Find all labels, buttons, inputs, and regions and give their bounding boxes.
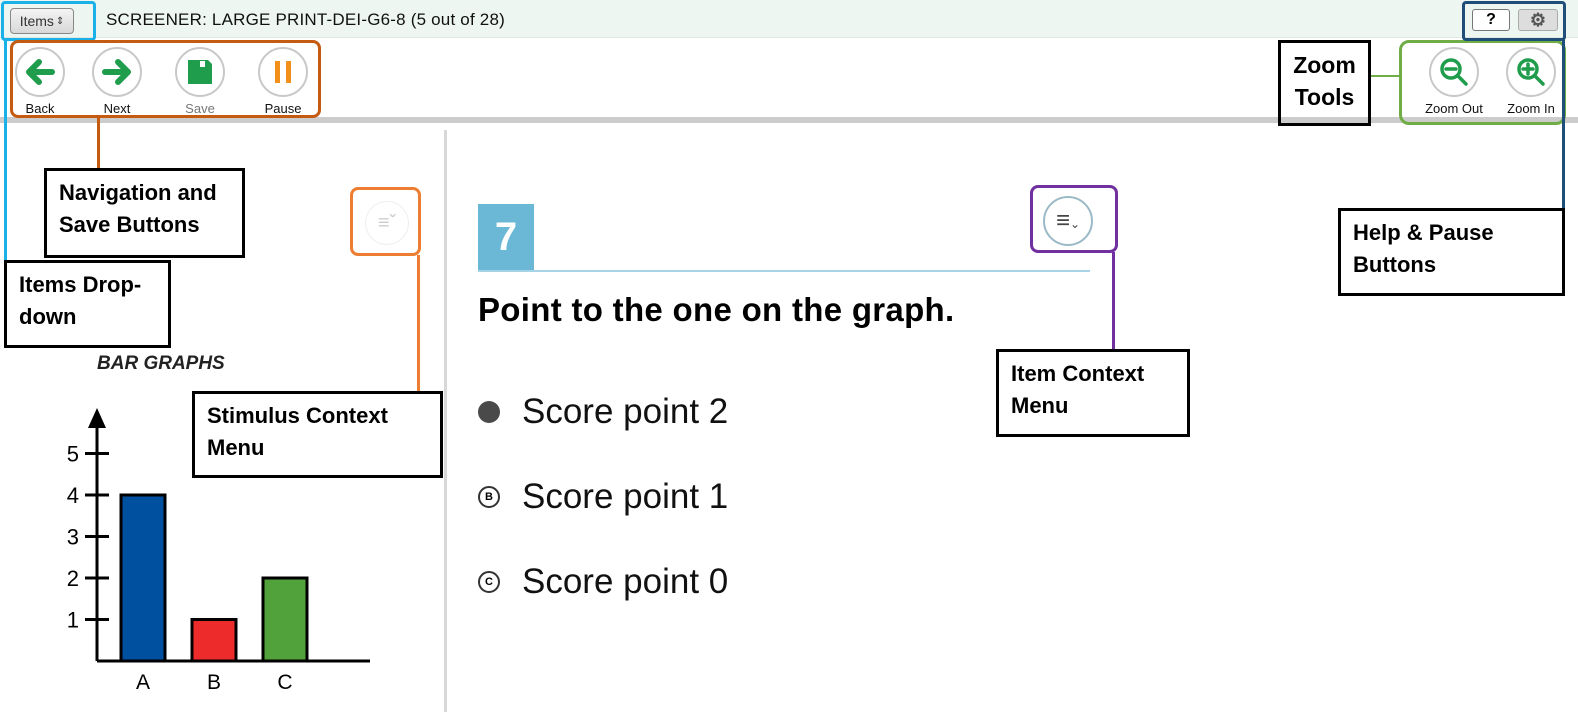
option-c[interactable]: C Score point 0 (478, 562, 728, 602)
callout-line (1112, 252, 1115, 350)
bar-C (261, 576, 309, 663)
callout-line (97, 117, 100, 170)
callout-line (1370, 75, 1399, 77)
callout-frame-items (1, 1, 96, 41)
bar-A (119, 493, 167, 663)
option-label: Score point 1 (522, 477, 729, 516)
item-number: 7 (478, 204, 534, 270)
y-tick-label: 4 (67, 483, 79, 508)
callout-frame-stimulus-menu (350, 187, 421, 256)
option-label: Score point 0 (522, 562, 729, 601)
option-a[interactable]: Score point 2 (478, 392, 728, 432)
bar-B (190, 618, 238, 663)
callout-frame-item-menu (1030, 185, 1118, 253)
x-tick-label: C (277, 671, 292, 694)
radio-selected-icon[interactable] (478, 401, 500, 423)
callout-line (417, 255, 420, 392)
callout-navigation: Navigation and Save Buttons (44, 168, 245, 258)
callout-stimulus-menu: Stimulus Context Menu (192, 391, 443, 478)
callout-zoom: Zoom Tools (1278, 40, 1371, 126)
y-tick-label: 1 (67, 608, 79, 633)
callout-item-menu: Item Context Menu (996, 349, 1190, 437)
callout-help: Help & Pause Buttons (1338, 208, 1565, 296)
item-header-line (478, 270, 1090, 272)
y-tick-label: 3 (67, 525, 79, 550)
question-text: Point to the one on the graph. (478, 291, 955, 328)
option-label: Score point 2 (522, 392, 729, 431)
y-axis-arrow (88, 408, 106, 428)
test-title: SCREENER: LARGE PRINT-DEI-G6-8 (5 out of… (106, 10, 505, 29)
chart-title: BAR GRAPHS (97, 353, 225, 374)
radio-b-icon[interactable]: B (478, 486, 500, 508)
x-tick-label: A (136, 671, 150, 694)
callout-line (4, 40, 7, 262)
callout-line (1562, 40, 1565, 210)
callout-frame-zoom (1399, 40, 1566, 125)
radio-c-icon[interactable]: C (478, 571, 500, 593)
y-tick-label: 2 (67, 566, 79, 591)
option-b[interactable]: B Score point 1 (478, 477, 728, 517)
y-tick-label: 5 (67, 442, 79, 467)
panel-divider[interactable] (444, 130, 447, 712)
callout-frame-help (1462, 1, 1566, 41)
callout-frame-navigation (10, 40, 321, 118)
x-tick-label: B (207, 671, 221, 694)
callout-items: Items Drop-down (4, 260, 171, 348)
